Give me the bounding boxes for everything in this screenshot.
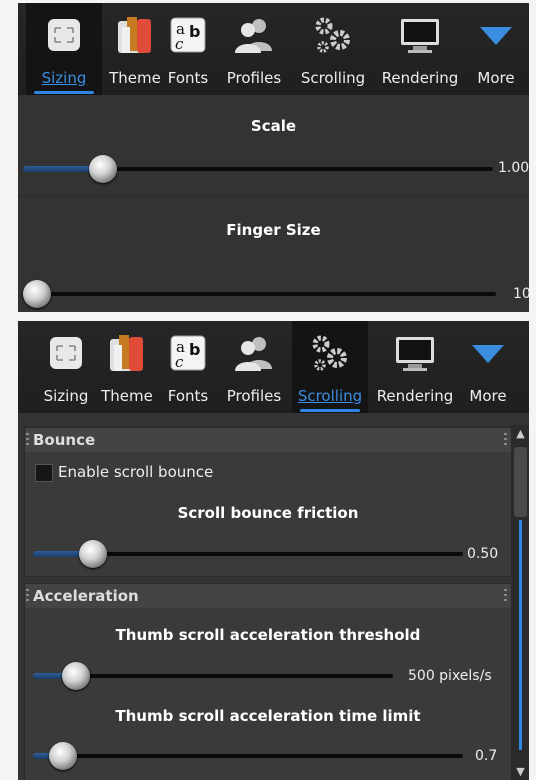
tab-label: Rendering <box>381 69 459 87</box>
tab-sizing[interactable]: Sizing <box>26 3 102 95</box>
tab-profiles[interactable]: Profiles <box>218 3 290 95</box>
fonts-icon: a bc <box>170 17 206 53</box>
fonts-icon: a bc <box>170 335 206 371</box>
scroll-down-arrow-icon[interactable]: ▼ <box>512 763 529 780</box>
tab-rendering[interactable]: Rendering <box>372 321 458 413</box>
threshold-title: Thumb scroll acceleration threshold <box>115 626 421 644</box>
drag-handle-icon[interactable] <box>504 433 507 447</box>
svg-text:b: b <box>189 22 200 41</box>
tab-label: Fonts <box>167 387 209 405</box>
slider-handle[interactable] <box>88 155 117 183</box>
theme-icon <box>118 17 151 53</box>
scroll-up-arrow-icon[interactable]: ▲ <box>512 425 529 442</box>
scale-value: 1.00 <box>498 160 529 176</box>
tab-sizing[interactable]: Sizing <box>38 321 94 413</box>
profiles-icon <box>235 337 272 371</box>
svg-text:c: c <box>175 353 184 371</box>
threshold-value: 500 pixels/s <box>408 668 492 684</box>
scrollbar-thumb[interactable] <box>514 447 527 517</box>
acceleration-group: Acceleration Thumb scroll acceleration t… <box>24 583 512 780</box>
tab-label: Theme <box>109 69 161 87</box>
scrolling-settings-panel: Sizing Theme abc Fonts Profiles Scrollin… <box>18 321 529 780</box>
tab-scrolling[interactable]: Scrolling <box>292 321 368 413</box>
bounce-group: Bounce Enable scroll bounce Scroll bounc… <box>24 427 512 577</box>
tab-more[interactable]: More <box>460 321 516 413</box>
scale-title: Scale <box>250 117 297 135</box>
slider-handle[interactable] <box>49 742 78 770</box>
svg-text:b: b <box>189 340 200 359</box>
finger-size-value: 10 <box>513 286 529 302</box>
sizing-settings-panel: Sizing Theme abc Fonts Profiles Scrollin… <box>18 3 529 312</box>
tab-label: More <box>477 69 515 87</box>
tab-more[interactable]: More <box>468 3 524 95</box>
threshold-slider[interactable] <box>33 662 393 690</box>
tab-fonts[interactable]: abc Fonts <box>162 321 214 413</box>
profiles-icon <box>235 19 272 53</box>
sizing-icon <box>48 19 80 51</box>
slider-track <box>23 292 496 296</box>
drag-handle-icon[interactable] <box>26 433 29 447</box>
time-limit-value: 0.7 <box>475 748 498 764</box>
active-tab-indicator <box>300 409 360 412</box>
bounce-group-header: Bounce <box>25 428 511 452</box>
slider-track <box>33 754 463 758</box>
tab-label: Sizing <box>41 69 87 87</box>
tab-fonts[interactable]: abc Fonts <box>162 3 214 95</box>
tab-label: Fonts <box>167 69 209 87</box>
rendering-icon <box>396 337 434 371</box>
tab-label: Profiles <box>226 387 282 405</box>
more-icon <box>472 345 504 363</box>
tab-scrolling[interactable]: Scrolling <box>292 3 374 95</box>
scrolling-icon <box>312 335 347 371</box>
scroll-position-indicator <box>519 520 522 750</box>
drag-handle-icon[interactable] <box>504 589 507 603</box>
theme-icon <box>110 335 143 371</box>
tab-label: Rendering <box>376 387 454 405</box>
tab-label: Profiles <box>226 69 282 87</box>
enable-scroll-bounce-label: Enable scroll bounce <box>58 463 214 481</box>
active-tab-indicator <box>34 91 94 94</box>
tab-label: Scrolling <box>300 69 366 87</box>
toolbar: Sizing Theme abc Fonts Profiles Scrollin… <box>18 321 529 413</box>
toolbar: Sizing Theme abc Fonts Profiles Scrollin… <box>18 3 529 95</box>
time-limit-slider[interactable] <box>33 742 463 770</box>
drag-handle-icon[interactable] <box>26 589 29 603</box>
svg-text:c: c <box>175 35 184 53</box>
slider-handle[interactable] <box>23 280 52 308</box>
scrolling-icon <box>315 17 350 53</box>
time-limit-title: Thumb scroll acceleration time limit <box>115 707 421 725</box>
tab-label: More <box>469 387 507 405</box>
tab-label: Theme <box>101 387 153 405</box>
slider-handle[interactable] <box>62 662 91 690</box>
acceleration-group-header: Acceleration <box>25 584 511 608</box>
divider <box>18 196 529 197</box>
finger-size-slider[interactable] <box>23 280 496 308</box>
vertical-scrollbar[interactable]: ▲ ▼ <box>512 425 529 780</box>
enable-scroll-bounce-checkbox[interactable] <box>35 464 53 482</box>
tab-label: Scrolling <box>297 387 363 405</box>
more-icon <box>480 27 512 45</box>
rendering-icon <box>401 19 439 53</box>
tab-theme[interactable]: Theme <box>96 321 158 413</box>
scale-slider[interactable] <box>23 155 493 183</box>
tab-label: Sizing <box>43 387 89 405</box>
scroll-bounce-friction-slider[interactable] <box>33 540 463 568</box>
finger-size-title: Finger Size <box>226 221 321 239</box>
sizing-icon <box>50 337 82 369</box>
scroll-bounce-friction-value: 0.50 <box>467 546 499 562</box>
tab-rendering[interactable]: Rendering <box>376 3 464 95</box>
scroll-bounce-friction-title: Scroll bounce friction <box>177 504 359 522</box>
tab-theme[interactable]: Theme <box>104 3 166 95</box>
tab-profiles[interactable]: Profiles <box>218 321 290 413</box>
slider-handle[interactable] <box>79 540 108 568</box>
